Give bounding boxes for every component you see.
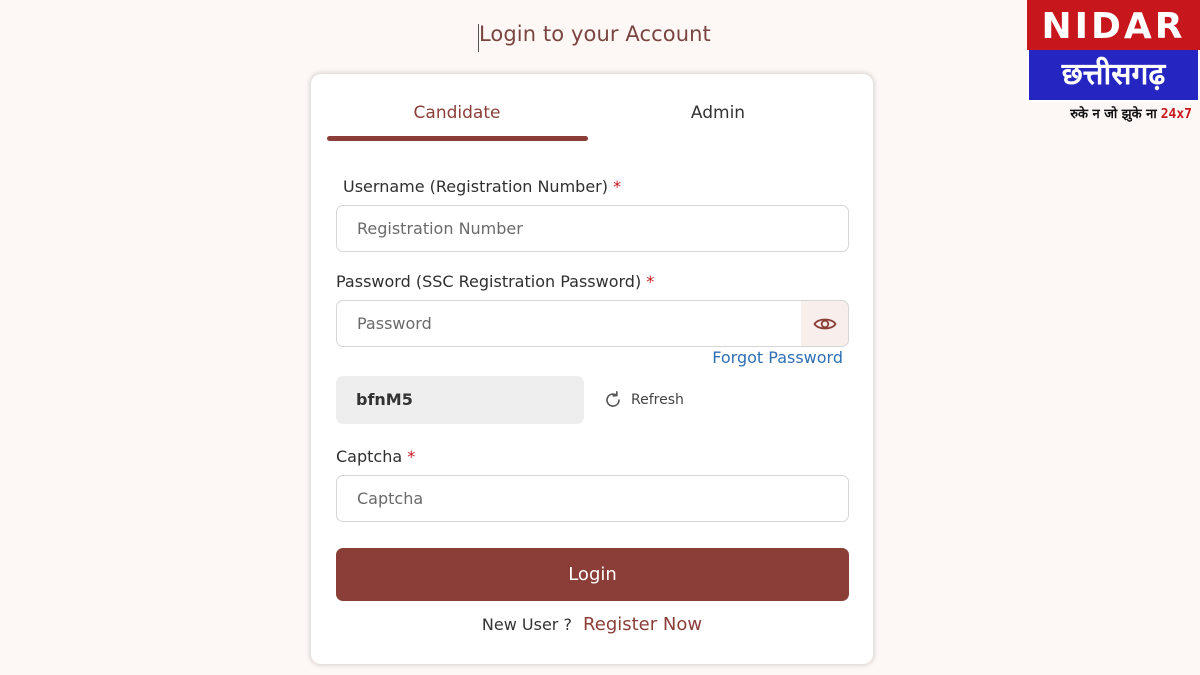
logo-tagline: रुके न जो झुके ना 24x7 [1027, 104, 1200, 122]
captcha-input[interactable] [336, 475, 849, 522]
captcha-label: Captcha * [336, 447, 415, 466]
logo-brand: NIDAR [1027, 0, 1200, 50]
login-tabs: Candidate Admin [327, 74, 857, 140]
refresh-captcha-button[interactable]: Refresh [603, 388, 684, 412]
logo-tagline-text: रुके न जो झुके ना [1070, 107, 1157, 122]
tab-candidate[interactable]: Candidate [327, 74, 587, 140]
login-card: Candidate Admin Username (Registration N… [311, 74, 873, 664]
username-input[interactable] [336, 205, 849, 252]
username-label-text: Username (Registration Number) [343, 177, 608, 196]
captcha-image: bfnM5 [336, 376, 584, 424]
username-required-mark: * [613, 177, 622, 196]
refresh-label: Refresh [631, 392, 684, 408]
new-user-text: New User ? [481, 615, 572, 634]
forgot-password-link[interactable]: Forgot Password [712, 348, 843, 367]
password-input[interactable] [336, 300, 802, 347]
page-title: Login to your Account [479, 22, 711, 46]
register-now-link[interactable]: Register Now [583, 614, 702, 635]
logo-region: छत्तीसगढ़ [1027, 50, 1200, 102]
captcha-required-mark: * [407, 447, 416, 466]
password-required-mark: * [646, 272, 655, 291]
tab-admin[interactable]: Admin [593, 74, 843, 140]
eye-icon [812, 318, 837, 329]
username-label: Username (Registration Number) * [343, 177, 621, 196]
password-label: Password (SSC Registration Password) * [336, 272, 654, 291]
logo-tagline-highlight: 24x7 [1160, 107, 1192, 122]
captcha-label-text: Captcha [336, 447, 403, 466]
password-label-text: Password (SSC Registration Password) [336, 272, 642, 291]
active-tab-indicator [327, 136, 588, 141]
login-button[interactable]: Login [336, 548, 849, 601]
refresh-icon [606, 391, 620, 407]
nidar-logo: NIDAR छत्तीसगढ़ रुके न जो झुके ना 24x7 [1027, 0, 1200, 122]
register-prompt: New User ? Register Now [311, 614, 873, 635]
password-visibility-toggle[interactable] [801, 300, 849, 347]
